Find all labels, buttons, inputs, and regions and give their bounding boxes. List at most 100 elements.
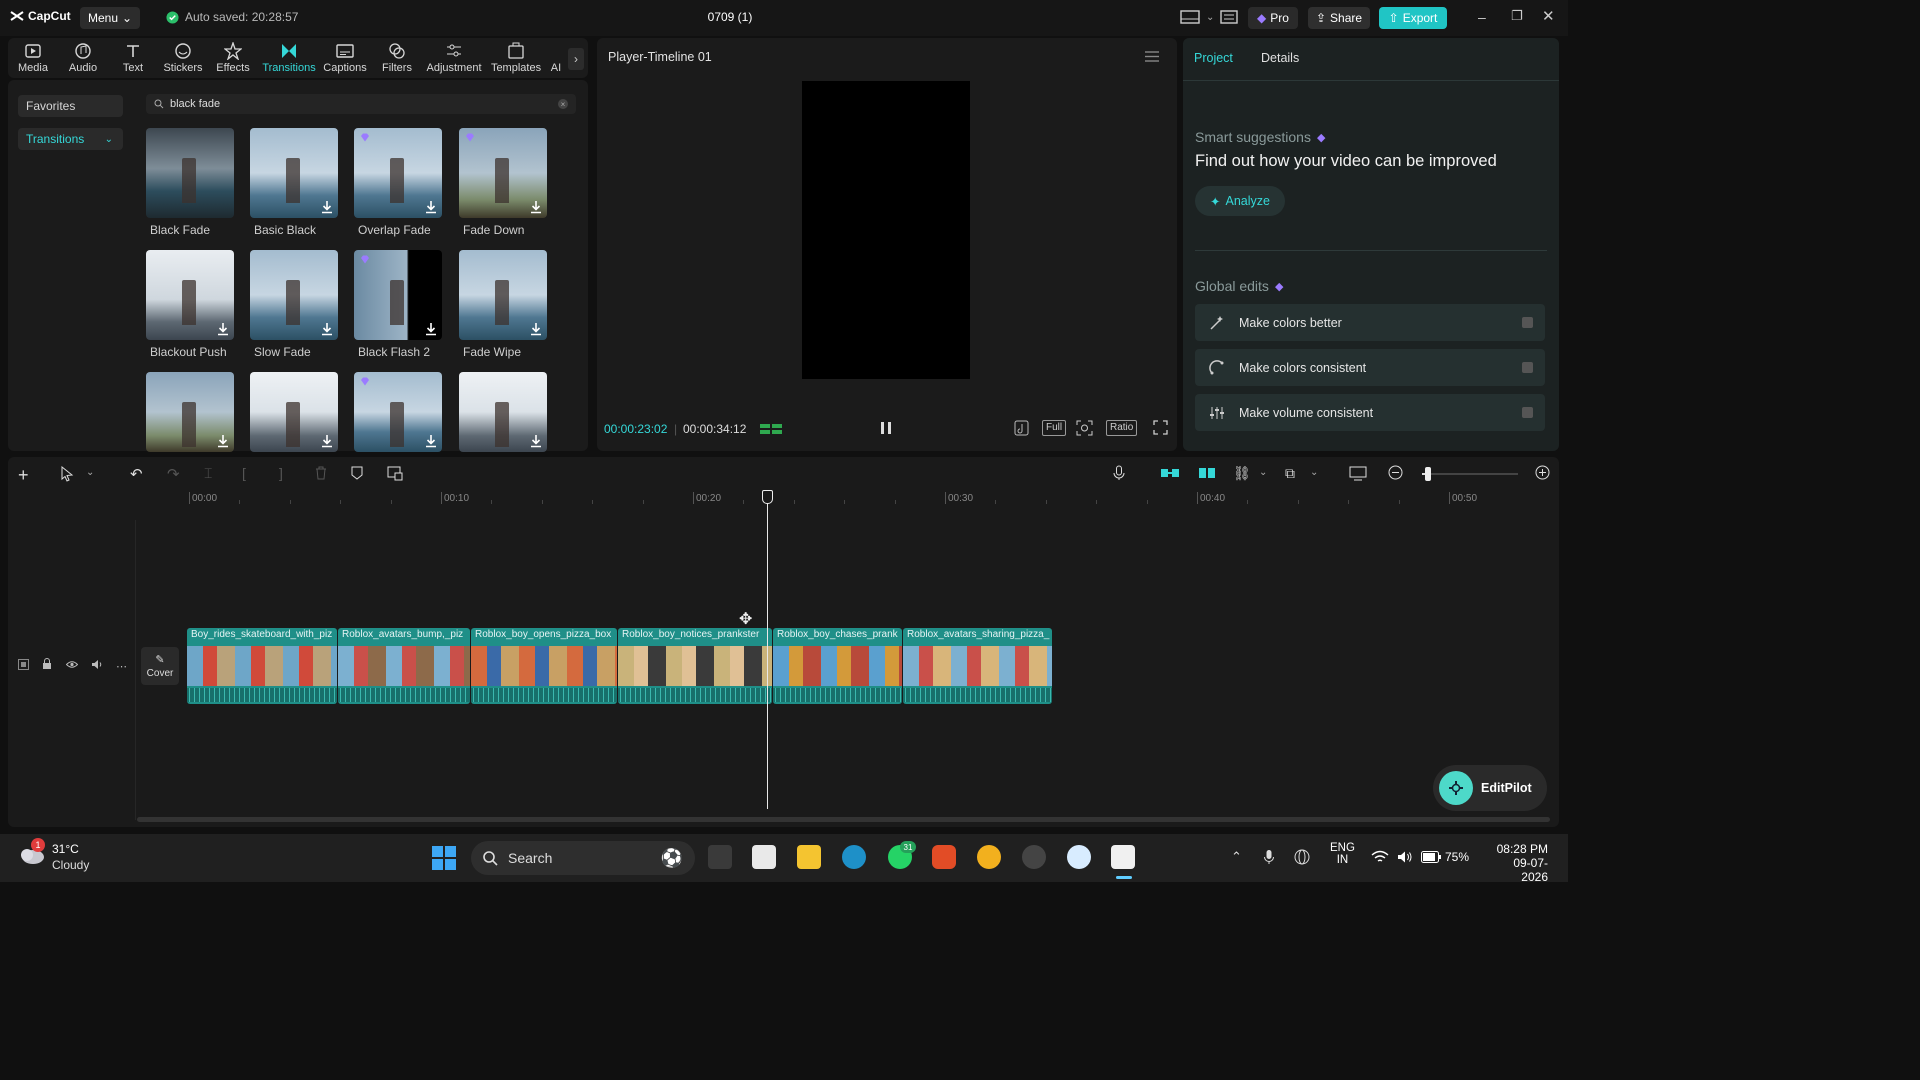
edit-make-colors-better[interactable]: Make colors better xyxy=(1195,304,1545,341)
close-icon[interactable]: ✕ xyxy=(1542,7,1555,25)
main-track-magnet-icon[interactable] xyxy=(1160,466,1180,480)
file-explorer-icon[interactable] xyxy=(797,845,821,869)
edit-make-colors-consistent[interactable]: Make colors consistent xyxy=(1195,349,1545,386)
delete-icon[interactable] xyxy=(315,466,327,480)
windows-start-icon[interactable] xyxy=(432,846,456,870)
tab-effects[interactable]: Effects xyxy=(211,42,255,74)
transition-thumbnail[interactable] xyxy=(146,372,234,452)
toggle-checkbox[interactable] xyxy=(1522,317,1533,328)
auto-reframe-icon[interactable] xyxy=(387,465,403,481)
download-icon[interactable] xyxy=(320,200,334,214)
zoom-slider-handle[interactable] xyxy=(1425,467,1431,481)
download-icon[interactable] xyxy=(424,322,438,336)
download-icon[interactable] xyxy=(216,434,230,448)
track-toggle-icon[interactable] xyxy=(18,659,29,670)
edit-make-volume-consistent[interactable]: Make volume consistent xyxy=(1195,394,1545,431)
download-icon[interactable] xyxy=(529,434,543,448)
auto-snap-icon[interactable] xyxy=(1197,465,1217,481)
lock-icon[interactable] xyxy=(42,658,52,670)
transition-thumbnail[interactable] xyxy=(354,128,442,218)
download-icon[interactable] xyxy=(424,434,438,448)
player-menu-icon[interactable] xyxy=(1145,51,1159,62)
taskbar-search[interactable]: Search ⚽ xyxy=(471,841,695,875)
task-view-icon[interactable] xyxy=(708,845,732,869)
edge-icon[interactable] xyxy=(842,845,866,869)
chrome-icon[interactable] xyxy=(977,845,1001,869)
redo-icon[interactable]: ↷ xyxy=(167,465,180,483)
download-icon[interactable] xyxy=(320,434,334,448)
download-icon[interactable] xyxy=(529,200,543,214)
share-button[interactable]: ⇪ Share xyxy=(1308,7,1370,29)
app-icon[interactable] xyxy=(1022,845,1046,869)
layout-icon[interactable] xyxy=(1180,10,1200,24)
preview-axis-icon[interactable]: ⧉ xyxy=(1285,465,1295,482)
zoom-in-icon[interactable] xyxy=(1535,465,1550,480)
trim-left-icon[interactable]: [ xyxy=(242,465,246,481)
search-input[interactable]: black fade × xyxy=(146,94,576,114)
sidebar-item-transitions[interactable]: Transitions ⌄ xyxy=(18,128,123,150)
timeline-scrollbar[interactable] xyxy=(137,817,1550,822)
trim-right-icon[interactable]: ] xyxy=(279,465,283,481)
download-icon[interactable] xyxy=(529,322,543,336)
pro-button[interactable]: ◆ Pro xyxy=(1248,7,1298,29)
chevron-up-icon[interactable]: ⌃ xyxy=(1231,849,1242,865)
split-icon[interactable]: ⌶ xyxy=(204,465,212,482)
tab-project[interactable]: Project xyxy=(1194,51,1233,65)
fullscreen-icon[interactable] xyxy=(1153,420,1168,435)
tab-templates[interactable]: Templates xyxy=(491,42,541,74)
more-icon[interactable]: ⋯ xyxy=(116,660,127,673)
speaker-icon[interactable] xyxy=(91,659,103,670)
preview-chevron-icon[interactable]: ⌄ xyxy=(1310,467,1318,478)
transition-thumbnail[interactable] xyxy=(459,128,547,218)
volume-icon[interactable] xyxy=(1397,850,1413,864)
download-icon[interactable] xyxy=(320,322,334,336)
transition-thumbnail[interactable] xyxy=(459,250,547,340)
select-chevron-icon[interactable]: ⌄ xyxy=(86,467,94,478)
tab-adjustment[interactable]: Adjustment xyxy=(426,42,482,74)
undo-icon[interactable]: ↶ xyxy=(130,465,143,483)
link-icon[interactable]: ⛓ xyxy=(1233,465,1251,482)
marker-icon[interactable] xyxy=(351,466,363,480)
tab-stickers[interactable]: Stickers xyxy=(161,42,205,74)
download-icon[interactable] xyxy=(424,200,438,214)
battery-icon[interactable] xyxy=(1421,851,1441,863)
snapshot-icon[interactable] xyxy=(1076,420,1093,436)
analyze-button[interactable]: ✦ Analyze xyxy=(1195,186,1285,216)
brave-icon[interactable] xyxy=(932,845,956,869)
clear-search-icon[interactable]: × xyxy=(558,99,568,109)
tab-details[interactable]: Details xyxy=(1261,51,1299,65)
transition-thumbnail[interactable] xyxy=(250,250,338,340)
add-track-icon[interactable]: + xyxy=(18,465,29,486)
transition-thumbnail[interactable] xyxy=(354,372,442,452)
store-icon[interactable] xyxy=(752,845,776,869)
tab-audio[interactable]: Audio xyxy=(61,42,105,74)
shortcuts-icon[interactable] xyxy=(1220,10,1238,24)
network-globe-icon[interactable] xyxy=(1294,849,1310,865)
tools-next-icon[interactable]: › xyxy=(568,48,584,70)
video-preview[interactable] xyxy=(802,81,970,379)
tab-filters[interactable]: Filters xyxy=(375,42,419,74)
zoom-slider[interactable] xyxy=(1422,467,1518,481)
zoom-fit-icon[interactable] xyxy=(1349,465,1367,481)
clock[interactable]: 08:28 PM 09-07-2026 xyxy=(1490,842,1548,884)
playhead[interactable] xyxy=(767,496,768,809)
transition-thumbnail[interactable] xyxy=(146,250,234,340)
zoom-out-icon[interactable] xyxy=(1388,465,1403,480)
playhead-handle[interactable] xyxy=(762,490,773,504)
layout-chevron-icon[interactable]: ⌄ xyxy=(1206,12,1214,23)
capcut-taskbar-icon[interactable] xyxy=(1111,845,1135,869)
transition-thumbnail[interactable] xyxy=(250,372,338,452)
transition-thumbnail[interactable] xyxy=(250,128,338,218)
vpn-icon[interactable] xyxy=(1067,845,1091,869)
tab-captions[interactable]: Captions xyxy=(323,42,367,74)
link-chevron-icon[interactable]: ⌄ xyxy=(1259,467,1267,478)
tab-transitions[interactable]: Transitions xyxy=(262,42,316,74)
toggle-checkbox[interactable] xyxy=(1522,407,1533,418)
transition-thumbnail[interactable] xyxy=(146,128,234,218)
export-button[interactable]: ⇧ Export xyxy=(1379,7,1447,29)
restore-icon[interactable]: ❐ xyxy=(1511,8,1523,24)
transition-thumbnail[interactable] xyxy=(354,250,442,340)
tiktok-preview-icon[interactable] xyxy=(1014,420,1029,436)
pause-icon[interactable] xyxy=(880,421,892,435)
select-tool-icon[interactable] xyxy=(60,466,74,482)
